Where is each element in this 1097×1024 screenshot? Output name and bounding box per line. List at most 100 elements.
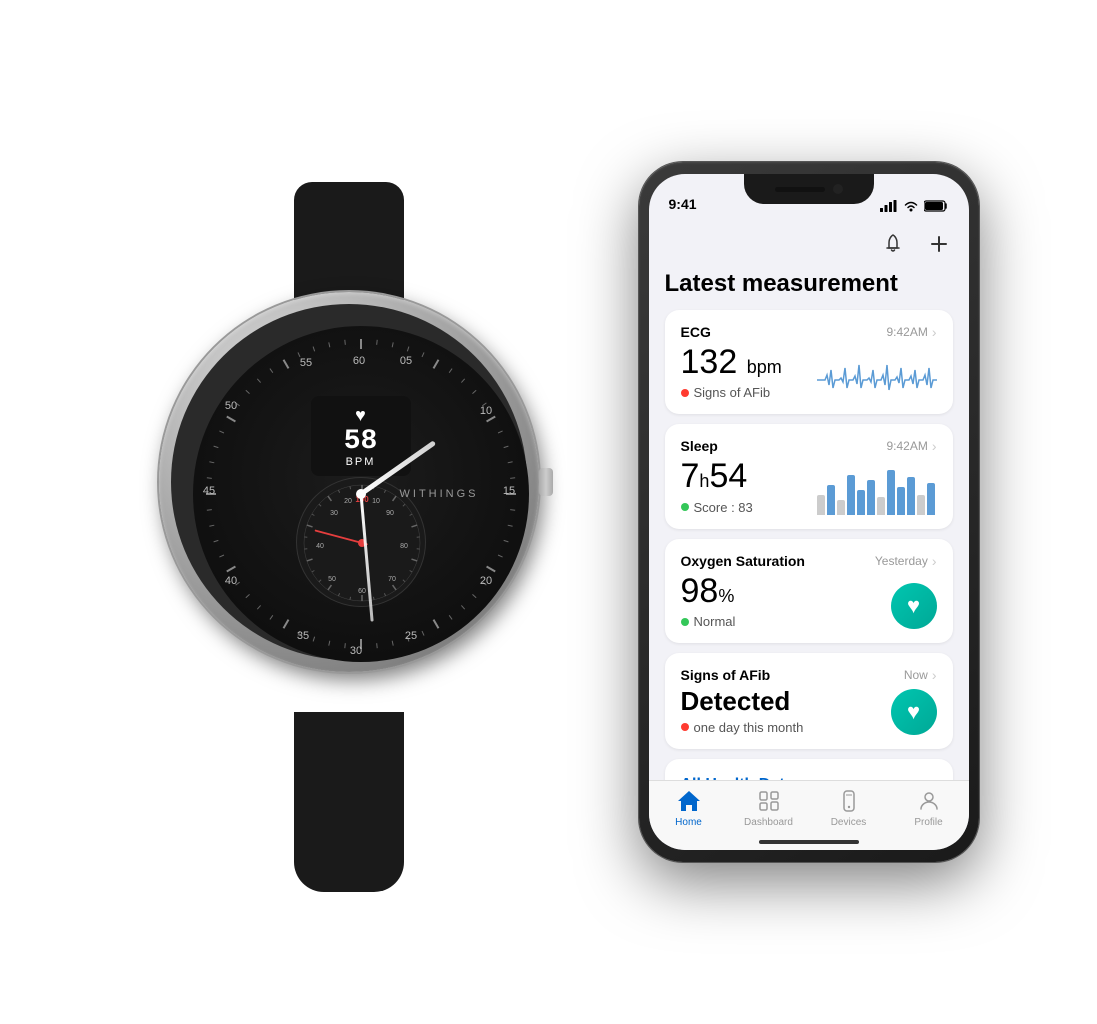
tab-home[interactable]: Home [654,789,724,828]
afib-card-left: Detected one day this month [681,687,804,735]
afib-status: one day this month [681,720,804,735]
watch-inner-ring: 05 10 15 20 25 30 [171,304,527,660]
plus-icon [928,233,950,255]
sleep-title: Sleep [681,438,718,454]
phone-wrapper: 9:41 [639,162,979,862]
sleep-time: 9:42AM › [886,438,936,454]
minute-hand [359,494,373,622]
add-button[interactable] [925,230,953,258]
sleep-bar [847,475,855,515]
watch-bezel: 05 10 15 20 25 30 [159,292,539,672]
brand-text: WITHINGS [400,488,479,500]
bell-icon [882,233,904,255]
oxygen-value: 98% [681,573,736,610]
oxygen-status-dot [681,618,689,626]
sleep-chart-container [817,465,937,515]
sleep-chevron-icon: › [932,438,937,454]
sleep-card-body: 7h54 Score : 83 [681,458,937,514]
dashboard-tab-icon [757,789,781,813]
sleep-bar [857,490,865,515]
phone-screen: 9:41 [649,174,969,850]
sleep-bar [827,485,835,515]
tab-devices[interactable]: Devices [814,789,884,828]
profile-tab-icon [917,789,941,813]
sleep-chart [817,465,937,515]
oxygen-title: Oxygen Saturation [681,553,805,569]
home-indicator [759,840,859,844]
tab-profile[interactable]: Profile [894,789,964,828]
sleep-card[interactable]: Sleep 9:42AM › 7h54 [665,424,953,528]
watch-crown [539,468,553,496]
sleep-card-header: Sleep 9:42AM › [681,438,937,454]
tab-home-label: Home [675,817,702,828]
sleep-status: Score : 83 [681,500,753,515]
tab-dashboard[interactable]: Dashboard [734,789,804,828]
sleep-bar [887,470,895,515]
sleep-bar [927,483,935,515]
topbar-actions [879,230,953,258]
signal-icon [880,200,898,212]
tab-devices-label: Devices [831,817,867,828]
afib-status-text: one day this month [694,720,804,735]
notch-speaker [775,187,825,192]
sleep-bar [917,495,925,515]
ecg-title: ECG [681,324,711,340]
scene: 05 10 15 20 25 30 [0,0,1097,1024]
afib-time: Now › [904,667,937,683]
watch-band-bottom [294,712,404,892]
ecg-status: Signs of AFib [681,385,782,400]
ecg-time: 9:42AM › [886,324,936,340]
sleep-bar [907,477,915,515]
afib-card-body: Detected one day this month ♥ [681,687,937,735]
all-health-link[interactable]: All Health Data › [665,759,953,780]
oxygen-card-body: 98% Normal ♥ [681,573,937,629]
afib-card[interactable]: Signs of AFib Now › Detected [665,653,953,749]
afib-title: Signs of AFib [681,667,771,683]
ecg-card[interactable]: ECG 9:42AM › 132 bpm [665,310,953,414]
ecg-chart [817,350,937,400]
sleep-status-text: Score : 83 [694,500,753,515]
ecg-value: 132 bpm [681,344,782,381]
notification-button[interactable] [879,230,907,258]
afib-heart-icon: ♥ [891,689,937,735]
page-title: Latest measurement [665,266,953,310]
watch-body: 05 10 15 20 25 30 [159,292,539,732]
oxygen-chevron-icon: › [932,553,937,569]
afib-chevron-icon: › [932,667,937,683]
sleep-bar [837,500,845,515]
oxygen-card[interactable]: Oxygen Saturation Yesterday › 98% [665,539,953,643]
home-tab-icon [676,789,702,813]
tab-dashboard-label: Dashboard [744,817,793,828]
oxygen-card-header: Oxygen Saturation Yesterday › [681,553,937,569]
devices-tab-icon [837,789,861,813]
battery-icon [924,200,949,212]
oxygen-status: Normal [681,614,736,629]
ecg-chevron-icon: › [932,324,937,340]
tab-profile-label: Profile [914,817,942,828]
afib-status-dot [681,723,689,731]
wifi-icon [903,200,919,212]
hand-cap [356,489,366,499]
watch-container: 05 10 15 20 25 30 [119,212,579,812]
sleep-card-left: 7h54 Score : 83 [681,458,753,514]
afib-value: Detected [681,687,804,716]
afib-card-header: Signs of AFib Now › [681,667,937,683]
status-time: 9:41 [669,196,697,212]
watch-dial: 05 10 15 20 25 30 [193,326,529,662]
status-icons [880,200,949,212]
sleep-status-dot [681,503,689,511]
ecg-card-body: 132 bpm Signs of AFib [681,344,937,400]
oxygen-status-text: Normal [694,614,736,629]
app-content: Latest measurement ECG 9:42AM › [649,218,969,780]
phone-notch [744,174,874,204]
afib-icon-container: ♥ [891,689,937,735]
phone-frame: 9:41 [639,162,979,862]
ecg-card-header: ECG 9:42AM › [681,324,937,340]
ecg-status-dot [681,389,689,397]
sleep-value: 7h54 [681,458,753,495]
sleep-bar [877,497,885,515]
oxygen-icon-container: ♥ [891,583,937,629]
sleep-bar [867,480,875,515]
notch-camera [833,184,843,194]
ecg-status-text: Signs of AFib [694,385,771,400]
